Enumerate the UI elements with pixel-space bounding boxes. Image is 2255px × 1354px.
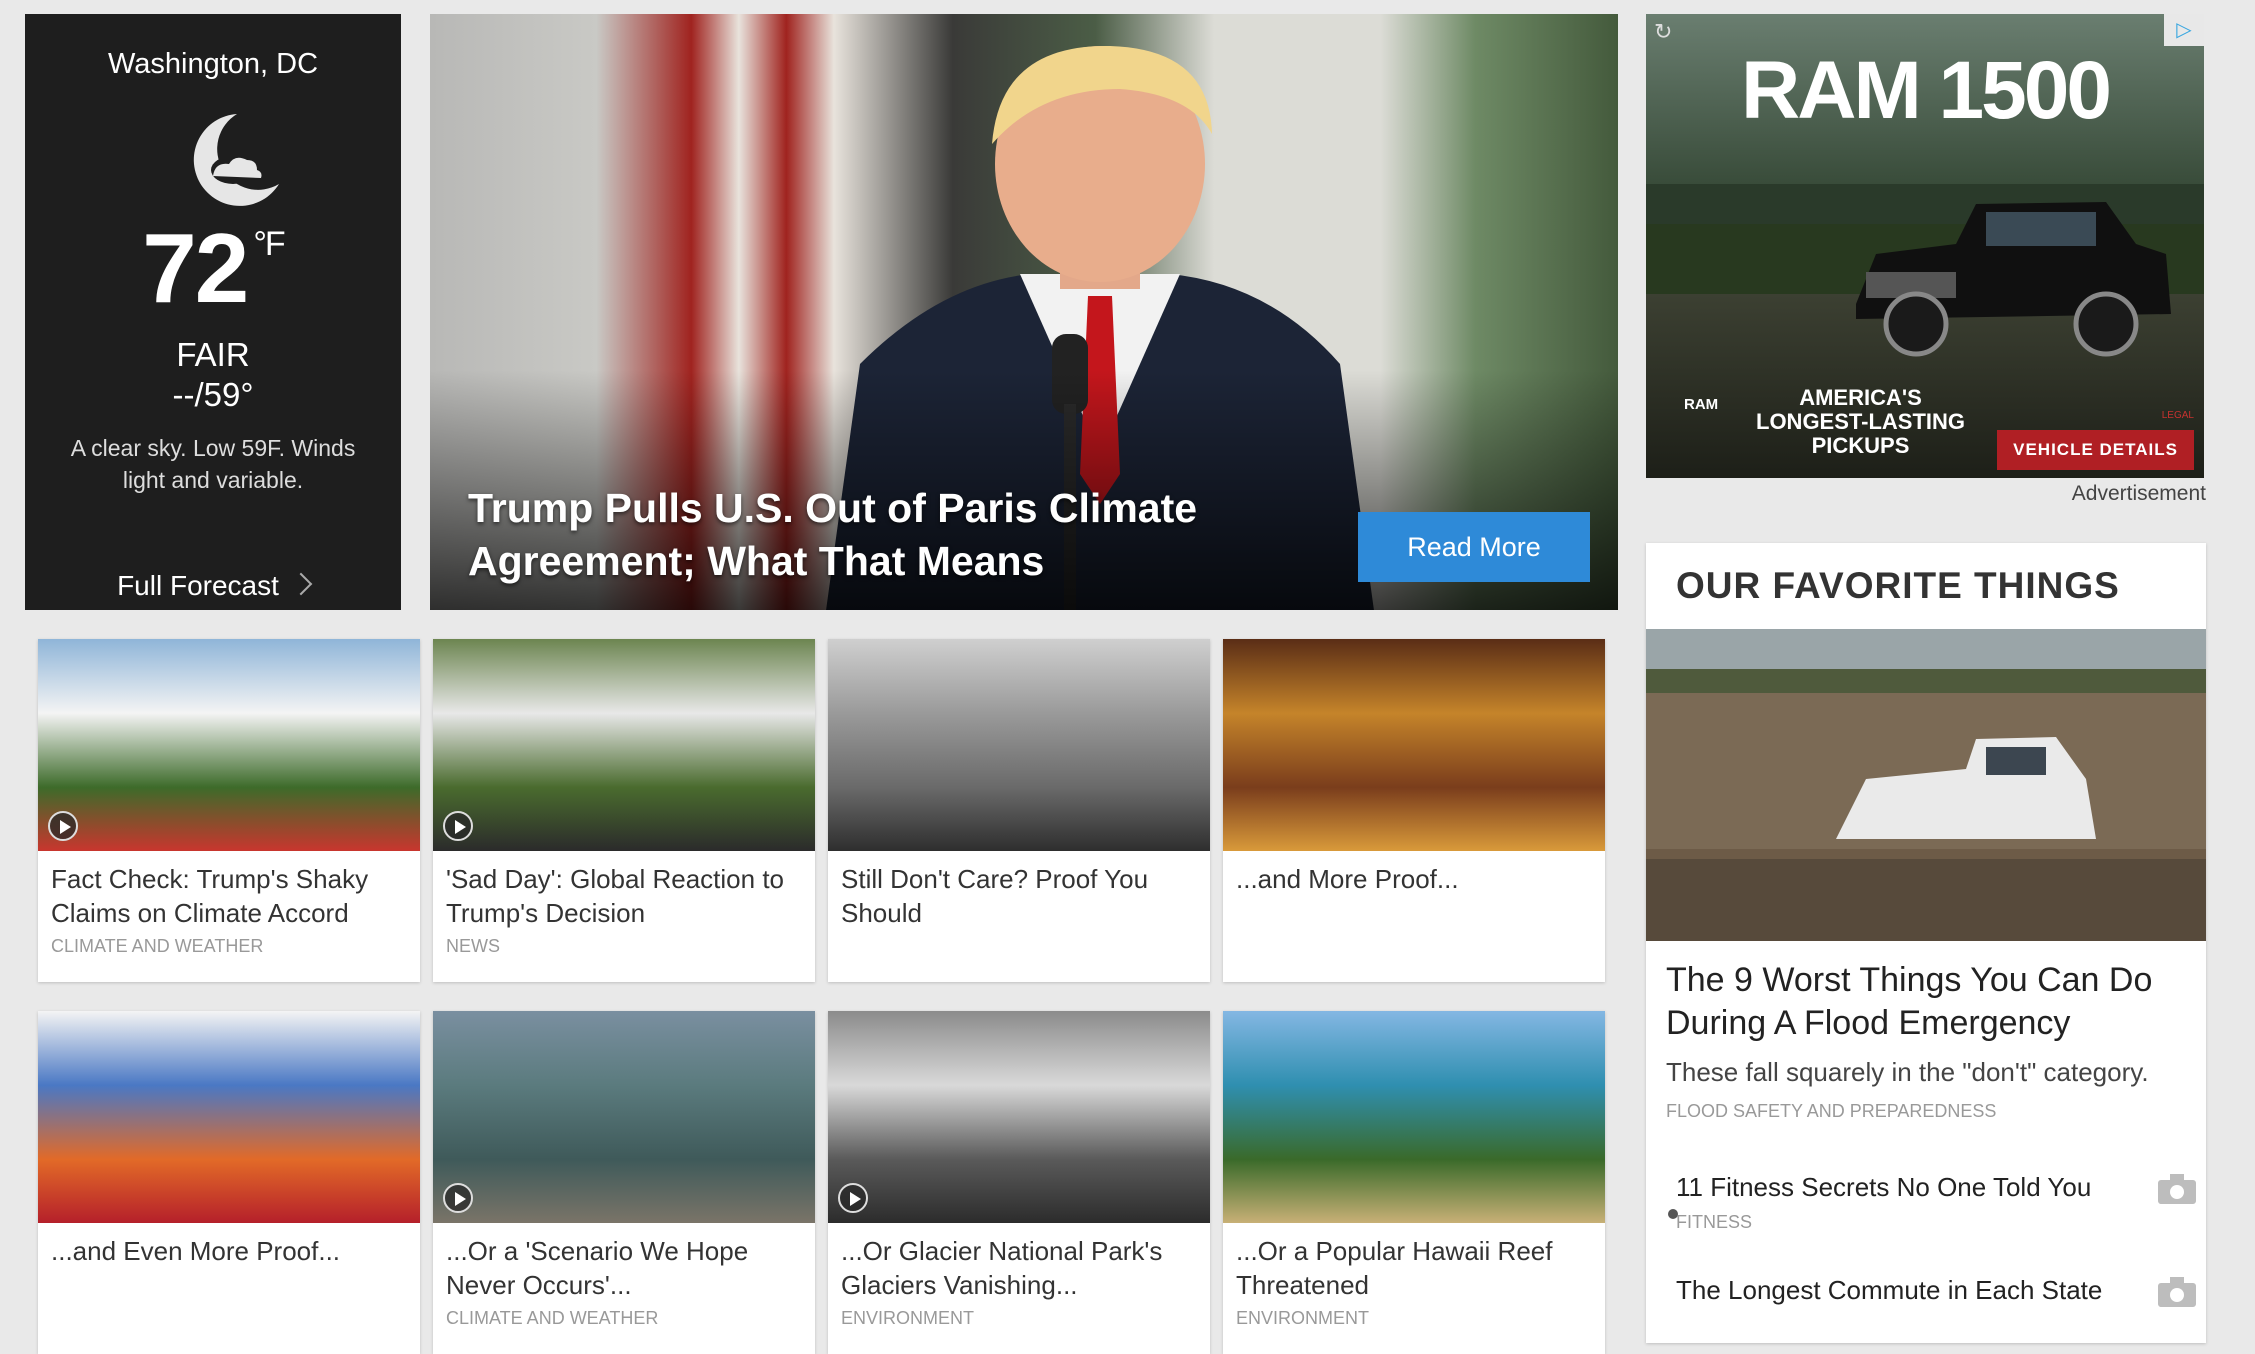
story-thumbnail[interactable] <box>1223 1011 1605 1223</box>
featured-title[interactable]: The 9 Worst Things You Can Do During A F… <box>1666 959 2196 1045</box>
story-title[interactable]: ...Or a Popular Hawaii Reef Threatened <box>1236 1234 1591 1302</box>
weather-hilo: --/59° <box>172 376 254 413</box>
ad-tagline-line1: AMERICA'S <box>1799 385 1922 410</box>
weather-description: A clear sky. Low 59F. Winds light and va… <box>70 435 356 493</box>
camera-icon <box>2158 1277 2196 1307</box>
story-thumbnail[interactable] <box>433 639 815 851</box>
adchoices-icon[interactable]: ▷ <box>2164 14 2204 46</box>
full-forecast-label: Full Forecast <box>117 570 279 601</box>
chevron-right-icon <box>289 572 313 596</box>
story-card[interactable]: ...and Even More Proof... <box>38 1011 420 1354</box>
list-item-title[interactable]: The Longest Commute in Each State <box>1676 1273 2136 1307</box>
weather-condition: FAIR <box>176 336 250 373</box>
pickup-truck-image <box>1856 202 2171 357</box>
play-icon[interactable] <box>443 1183 473 1213</box>
ad-title: RAM 1500 <box>1741 45 2112 136</box>
story-category[interactable]: News <box>446 936 500 957</box>
advertisement-label: Advertisement <box>2071 482 2206 505</box>
story-category[interactable]: Environment <box>841 1308 974 1329</box>
featured-category[interactable]: FLOOD SAFETY AND PREPAREDNESS <box>1666 1101 1996 1122</box>
story-card[interactable]: ...Or a 'Scenario We Hope Never Occurs'.… <box>433 1011 815 1354</box>
story-card[interactable]: 'Sad Day': Global Reaction to Trump's De… <box>433 639 815 982</box>
weather-location: Washington, DC <box>107 48 319 80</box>
ad-tagline-line2: LONGEST-LASTING <box>1756 409 1965 434</box>
story-category[interactable]: Environment <box>1236 1308 1369 1329</box>
story-thumbnail[interactable] <box>38 1011 420 1223</box>
story-title[interactable]: ...and Even More Proof... <box>51 1234 406 1268</box>
temperature: 72 °F <box>25 219 401 317</box>
camera-icon <box>2158 1174 2196 1204</box>
full-forecast-link[interactable]: Full Forecast <box>25 570 401 602</box>
story-card[interactable]: ...and More Proof... <box>1223 639 1605 982</box>
moon-cloud-icon <box>193 114 279 206</box>
favorite-things-panel: OUR FAVORITE THINGS The 9 Worst Things Y… <box>1646 543 2206 1343</box>
story-thumbnail[interactable] <box>433 1011 815 1223</box>
story-category[interactable]: Climate and Weather <box>51 936 263 957</box>
list-item-category: FITNESS <box>1676 1212 1753 1232</box>
hero-headline[interactable]: Trump Pulls U.S. Out of Paris Climate Ag… <box>468 482 1268 588</box>
story-card[interactable]: ...Or a Popular Hawaii Reef Threatened En… <box>1223 1011 1605 1354</box>
story-title[interactable]: Still Don't Care? Proof You Should <box>841 862 1196 930</box>
ram-logo: RAM <box>1684 396 1719 413</box>
story-title[interactable]: ...and More Proof... <box>1236 862 1591 896</box>
ad-legal-link[interactable]: LEGAL <box>2162 410 2194 421</box>
story-thumbnail[interactable] <box>1223 639 1605 851</box>
ad-tagline-line3: PICKUPS <box>1811 433 1910 458</box>
story-title[interactable]: ...Or Glacier National Park's Glaciers V… <box>841 1234 1196 1302</box>
read-more-button[interactable]: Read More <box>1358 512 1590 582</box>
vehicle-details-button[interactable]: VEHICLE DETAILS <box>1997 430 2194 470</box>
flood-truck-image[interactable] <box>1646 629 2206 941</box>
list-item-title[interactable]: 11 Fitness Secrets No One Told You <box>1676 1170 2136 1204</box>
favorites-heading: OUR FAVORITE THINGS <box>1676 565 2120 606</box>
story-title[interactable]: 'Sad Day': Global Reaction to Trump's De… <box>446 862 801 930</box>
ad-tagline: AMERICA'S LONGEST-LASTING PICKUPS <box>1756 386 1965 458</box>
play-icon[interactable] <box>838 1183 868 1213</box>
featured-description: These fall squarely in the "don't" categ… <box>1666 1057 2149 1087</box>
advertisement-banner[interactable]: ↻ ▷ RAM 1500 RAM AMERICA'S LONGEST-LASTI… <box>1646 14 2204 478</box>
story-thumbnail[interactable] <box>828 639 1210 851</box>
play-icon[interactable] <box>48 811 78 841</box>
refresh-icon[interactable]: ↻ <box>1654 20 1678 44</box>
story-card[interactable]: Still Don't Care? Proof You Should <box>828 639 1210 982</box>
play-icon[interactable] <box>443 811 473 841</box>
story-title[interactable]: ...Or a 'Scenario We Hope Never Occurs'.… <box>446 1234 801 1302</box>
temperature-unit: °F <box>253 225 285 263</box>
story-card[interactable]: ...Or Glacier National Park's Glaciers V… <box>828 1011 1210 1354</box>
weather-widget[interactable]: Washington, DC 72 °F FAIR --/59° A clear … <box>25 14 401 610</box>
list-item[interactable]: 11 Fitness Secrets No One Told You FITNE… <box>1676 1170 2196 1233</box>
story-card[interactable]: Fact Check: Trump's Shaky Claims on Clim… <box>38 639 420 982</box>
hero-story[interactable]: Trump Pulls U.S. Out of Paris Climate Ag… <box>430 14 1618 610</box>
story-title[interactable]: Fact Check: Trump's Shaky Claims on Clim… <box>51 862 406 930</box>
story-thumbnail[interactable] <box>828 1011 1210 1223</box>
story-thumbnail[interactable] <box>38 639 420 851</box>
story-category[interactable]: Climate and Weather <box>446 1308 658 1329</box>
temperature-value: 72 <box>142 213 249 323</box>
list-item[interactable]: The Longest Commute in Each State <box>1676 1273 2196 1315</box>
